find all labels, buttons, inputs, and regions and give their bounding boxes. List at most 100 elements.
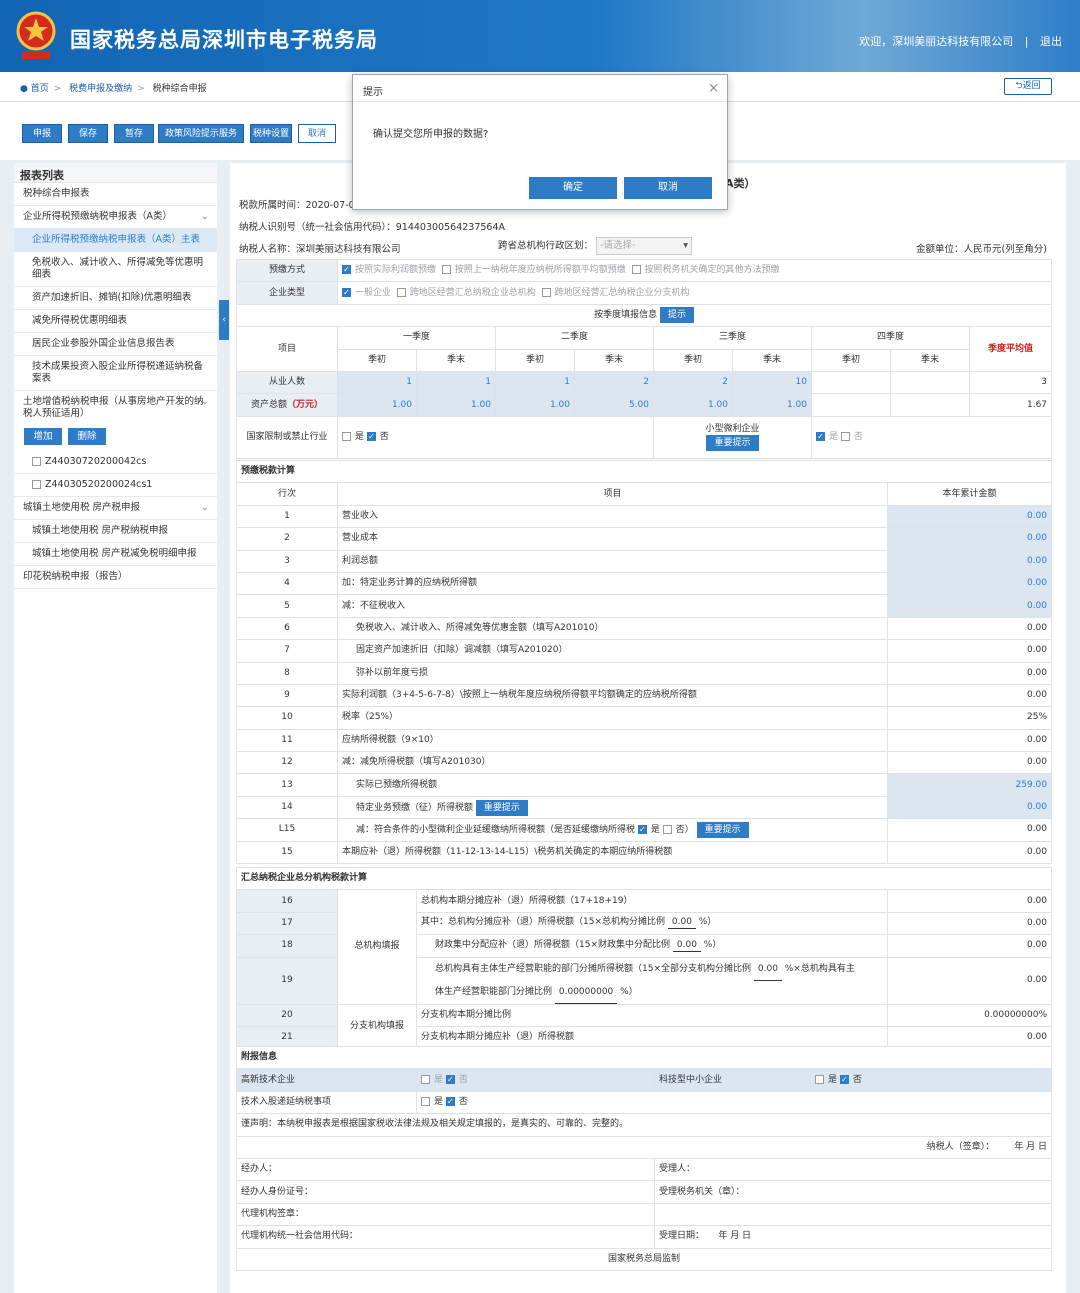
sidebar-item[interactable]: 技术成果投资入股企业所得税递延纳税备案表 bbox=[14, 356, 217, 391]
close-icon[interactable]: × bbox=[708, 81, 719, 96]
amount-input[interactable]: 0.00 bbox=[886, 594, 1053, 618]
employee-input[interactable]: 10 bbox=[732, 370, 812, 395]
checkbox[interactable] bbox=[32, 457, 41, 466]
finance-ratio-input[interactable]: 0.00 bbox=[672, 940, 701, 952]
important-hint-button[interactable]: 重要提示 bbox=[706, 434, 759, 451]
sidebar-item-active[interactable]: 企业所得税预缴纳税申报表（A类）主表 bbox=[14, 229, 217, 252]
policy-risk-button[interactable]: 政策风险提示服务 bbox=[158, 124, 244, 143]
sidebar-item[interactable]: 城镇土地使用税 房产税减免税明细申报 bbox=[14, 543, 217, 566]
checkbox-checked[interactable]: ✓ bbox=[445, 1096, 455, 1106]
sidebar-item[interactable]: 减免所得税优惠明细表 bbox=[14, 310, 217, 333]
cancel-button[interactable]: 取消 bbox=[298, 124, 336, 143]
assets-input[interactable] bbox=[811, 393, 891, 417]
important-hint-button[interactable]: 重要提示 bbox=[696, 821, 749, 838]
tax-settings-button[interactable]: 税种设置 bbox=[250, 124, 292, 143]
amount-input[interactable]: 0.00 bbox=[886, 571, 1053, 596]
site-title: 国家税务总局深圳市电子税务局 bbox=[70, 28, 378, 52]
sidebar-item[interactable]: 资产加速折旧、摊销(扣除)优惠明细表 bbox=[14, 287, 217, 310]
breadcrumb-home[interactable]: 首页 bbox=[31, 84, 49, 94]
employee-input[interactable] bbox=[890, 370, 970, 395]
sidebar-group[interactable]: 企业所得税预缴纳税申报表（A类） ⌄ bbox=[14, 206, 217, 229]
checkbox-checked[interactable]: ✓ bbox=[816, 431, 825, 441]
sidebar-checkitem[interactable]: Z44030720200042cs bbox=[14, 451, 217, 474]
assets-input[interactable]: 1.00 bbox=[732, 393, 812, 417]
dept-ratio-input[interactable]: 0.00000000 bbox=[554, 981, 618, 1004]
assets-input[interactable]: 1.00 bbox=[653, 393, 733, 417]
type-row: 企业类型 ✓ 一般企业 跨地区经营汇总纳税企业总机构 跨地区经营汇总纳税企业分支机… bbox=[236, 281, 1053, 305]
add-button[interactable]: 增加 bbox=[24, 428, 62, 445]
checkbox[interactable] bbox=[396, 287, 406, 297]
checkbox-checked[interactable]: ✓ bbox=[366, 431, 376, 441]
amount-input[interactable]: 259.00 bbox=[886, 773, 1053, 797]
sidebar-item[interactable]: 免税收入、减计收入、所得减免等优惠明细表 bbox=[14, 252, 217, 287]
temp-save-button[interactable]: 暂存 bbox=[114, 124, 154, 143]
region-field: 跨省总机构行政区划： -请选择- bbox=[498, 237, 693, 255]
location-icon: ● bbox=[20, 84, 28, 94]
sidebar-item[interactable]: 居民企业参股外国企业信息报告表 bbox=[14, 333, 217, 356]
amount-input[interactable]: 0.00 bbox=[886, 549, 1053, 573]
save-button[interactable]: 保存 bbox=[68, 124, 108, 143]
sidebar-group[interactable]: 城镇土地使用税 房产税申报 ⌄ bbox=[14, 497, 217, 520]
declaration-form: A类） 税款所属时间：2020-07-0 纳税人识别号（统一社会信用代码）：91… bbox=[230, 163, 1066, 1293]
amount-input[interactable]: 0.00 bbox=[886, 795, 1053, 820]
assets-input[interactable]: 1.00 bbox=[337, 393, 417, 417]
checkbox[interactable] bbox=[815, 1074, 824, 1084]
checkbox-checked[interactable]: ✓ bbox=[637, 824, 647, 834]
employee-average: 3 bbox=[968, 370, 1053, 395]
checkbox-checked[interactable]: ✓ bbox=[342, 287, 351, 297]
checkbox-checked[interactable]: ✓ bbox=[445, 1074, 455, 1084]
restricted-row: 国家限制或禁止行业 是 ✓ 否 小型微利企业 重要提示 ✓ 是 否 bbox=[236, 415, 1053, 459]
hint-button[interactable]: 提示 bbox=[659, 307, 694, 324]
dialog-title: 提示 bbox=[353, 75, 727, 102]
region-select[interactable]: -请选择- bbox=[596, 237, 693, 255]
employee-input[interactable]: 2 bbox=[653, 370, 733, 395]
sidebar-checkitem[interactable]: Z44030520200024cs1 bbox=[14, 474, 217, 497]
breadcrumb-level1[interactable]: 税费申报及缴纳 bbox=[69, 84, 132, 94]
important-hint-button[interactable]: 重要提示 bbox=[475, 799, 528, 816]
checkbox[interactable] bbox=[441, 265, 451, 275]
collapse-sidebar-icon[interactable]: ‹ bbox=[219, 300, 229, 340]
sidebar-item[interactable]: 印花税纳税申报（报告） bbox=[14, 566, 217, 589]
summary-table: 汇总纳税企业总分机构税款计算 16 总机构填报 总机构本期分摊应补（退）所得税额（1… bbox=[235, 866, 1053, 1050]
taxpayer-id: 纳税人识别号（统一社会信用代码）：91440300564237564A bbox=[239, 222, 506, 233]
employee-input[interactable]: 1 bbox=[337, 370, 417, 395]
sidebar-group[interactable]: 土地增值税纳税申报（从事房地产开发的纳税人预征适用） ⌄ bbox=[14, 391, 217, 425]
back-button[interactable]: ⮌返回 bbox=[1004, 78, 1052, 95]
delete-button[interactable]: 删除 bbox=[68, 428, 106, 445]
assets-input[interactable]: 5.00 bbox=[574, 393, 654, 417]
checkbox[interactable] bbox=[421, 1096, 430, 1106]
sidebar-item[interactable]: 城镇土地使用税 房产税纳税申报 bbox=[14, 520, 217, 543]
assets-input[interactable] bbox=[890, 393, 970, 417]
site-header: 国家税务总局深圳市电子税务局 欢迎，深圳美丽达科技有限公司 | 退出 bbox=[0, 0, 1080, 72]
assets-average: 1.67 bbox=[968, 393, 1053, 417]
tax-emblem-icon bbox=[16, 11, 56, 59]
prepay-label: 预缴方式 bbox=[236, 258, 338, 283]
amount-input[interactable]: 0.00 bbox=[886, 527, 1053, 551]
sidebar-item[interactable]: 税种综合申报表 bbox=[14, 183, 217, 206]
checkbox[interactable] bbox=[541, 287, 551, 297]
checkbox-checked[interactable]: ✓ bbox=[839, 1074, 849, 1084]
checkbox[interactable] bbox=[32, 480, 41, 489]
checkbox[interactable] bbox=[631, 265, 641, 275]
employee-input[interactable]: 1 bbox=[495, 370, 575, 395]
checkbox[interactable] bbox=[840, 431, 850, 441]
employee-input[interactable]: 1 bbox=[416, 370, 496, 395]
hq-ratio-input[interactable]: 0.00 bbox=[667, 917, 696, 930]
checkbox[interactable] bbox=[342, 431, 351, 441]
assets-input[interactable]: 1.00 bbox=[416, 393, 496, 417]
declare-button[interactable]: 申报 bbox=[22, 124, 62, 143]
checkbox[interactable] bbox=[421, 1074, 430, 1084]
declaration-text: 谨声明：本纳税申报表是根据国家税收法律法规及相关规定填报的，是真实的、可靠的、完… bbox=[235, 1113, 1053, 1137]
assets-input[interactable]: 1.00 bbox=[495, 393, 575, 417]
branch-ratio-input[interactable]: 0.00 bbox=[753, 958, 782, 981]
confirm-button[interactable]: 确定 bbox=[529, 177, 617, 199]
amount-input[interactable]: 0.00 bbox=[886, 504, 1053, 529]
sidebar-buttons: 增加 删除 bbox=[14, 425, 217, 451]
employee-input[interactable] bbox=[811, 370, 891, 395]
employee-input[interactable]: 2 bbox=[574, 370, 654, 395]
dialog-cancel-button[interactable]: 取消 bbox=[624, 177, 712, 199]
quarter-info-row: 按季度填报信息 提示 bbox=[235, 303, 1053, 328]
logout-link[interactable]: 退出 bbox=[1040, 35, 1062, 48]
checkbox-checked[interactable]: ✓ bbox=[342, 265, 351, 275]
checkbox[interactable] bbox=[662, 824, 672, 834]
